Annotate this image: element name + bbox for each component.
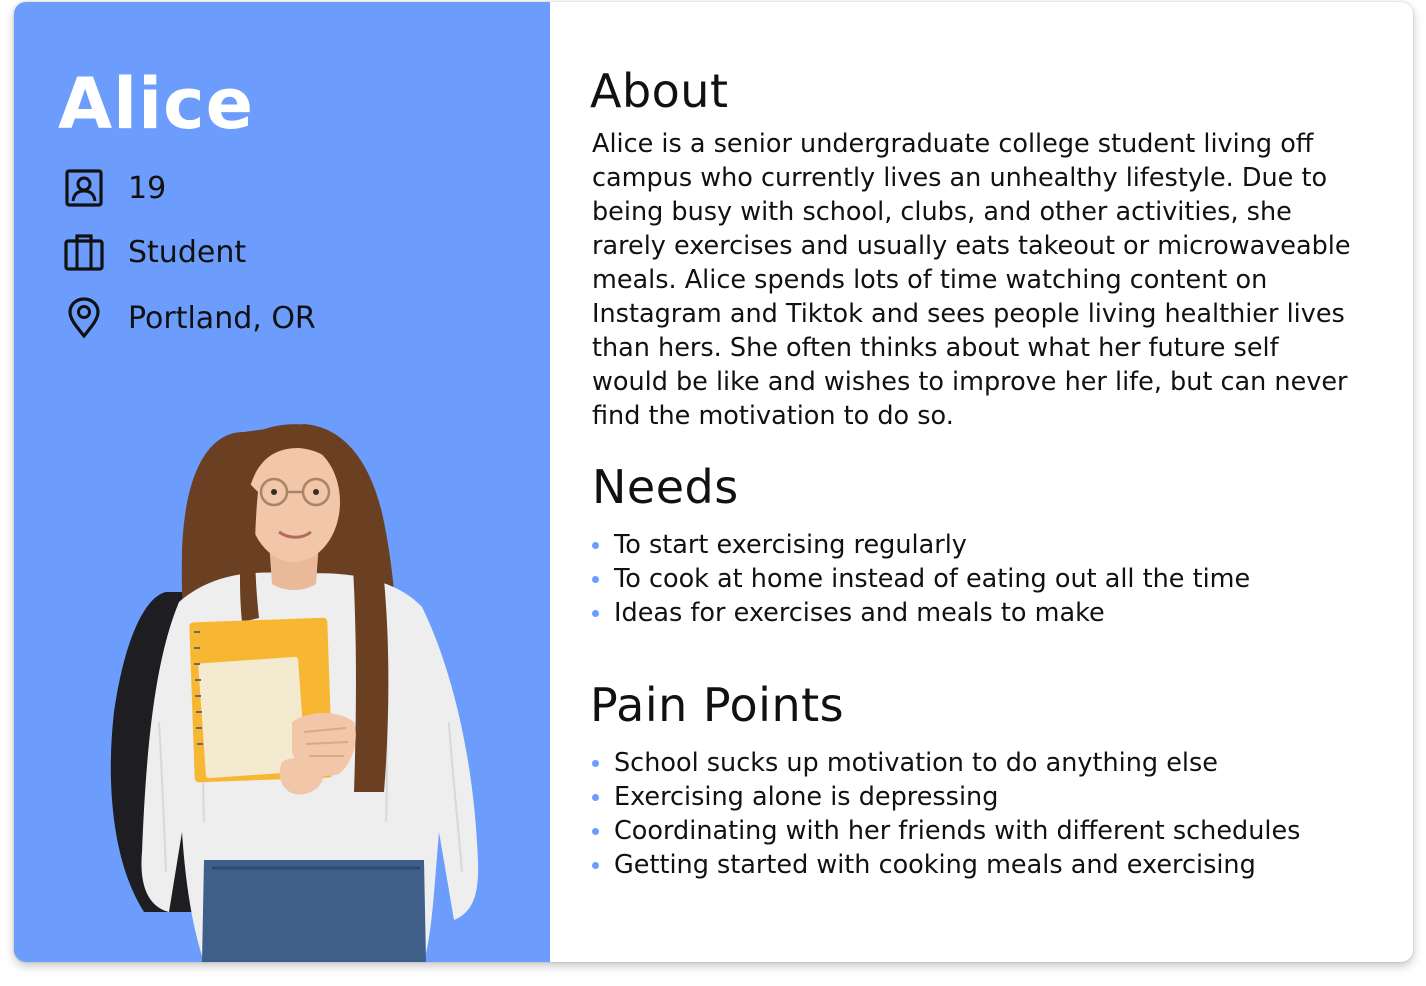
map-pin-icon [62, 296, 106, 340]
pain-points-list: School sucks up motivation to do anythin… [592, 746, 1392, 882]
persona-photo [54, 392, 494, 962]
pain-points-heading: Pain Points [590, 678, 845, 732]
persona-name: Alice [58, 63, 255, 145]
age-row: 19 [62, 166, 166, 210]
needs-heading: Needs [592, 460, 739, 514]
briefcase-icon [62, 230, 106, 274]
occupation-label: Student [128, 234, 247, 270]
list-item: Ideas for exercises and meals to make [592, 596, 1392, 630]
persona-card: Alice 19 Student Portland, OR About Alic… [14, 2, 1413, 962]
list-item: Coordinating with her friends with diffe… [592, 814, 1392, 848]
persona-sidebar: Alice 19 Student Portland, OR [14, 2, 550, 962]
list-item: To start exercising regularly [592, 528, 1392, 562]
list-item: To cook at home instead of eating out al… [592, 562, 1392, 596]
list-item: School sucks up motivation to do anythin… [592, 746, 1392, 780]
location-label: Portland, OR [128, 300, 316, 336]
contact-card-icon [62, 166, 106, 210]
list-item: Exercising alone is depressing [592, 780, 1392, 814]
occupation-row: Student [62, 230, 246, 274]
age-label: 19 [128, 170, 167, 206]
needs-list: To start exercising regularly To cook at… [592, 528, 1392, 630]
persona-details: About Alice is a senior undergraduate co… [550, 2, 1413, 962]
about-heading: About [590, 64, 729, 118]
location-row: Portland, OR [62, 296, 316, 340]
list-item: Getting started with cooking meals and e… [592, 848, 1392, 882]
about-text: Alice is a senior undergraduate college … [592, 129, 1351, 431]
